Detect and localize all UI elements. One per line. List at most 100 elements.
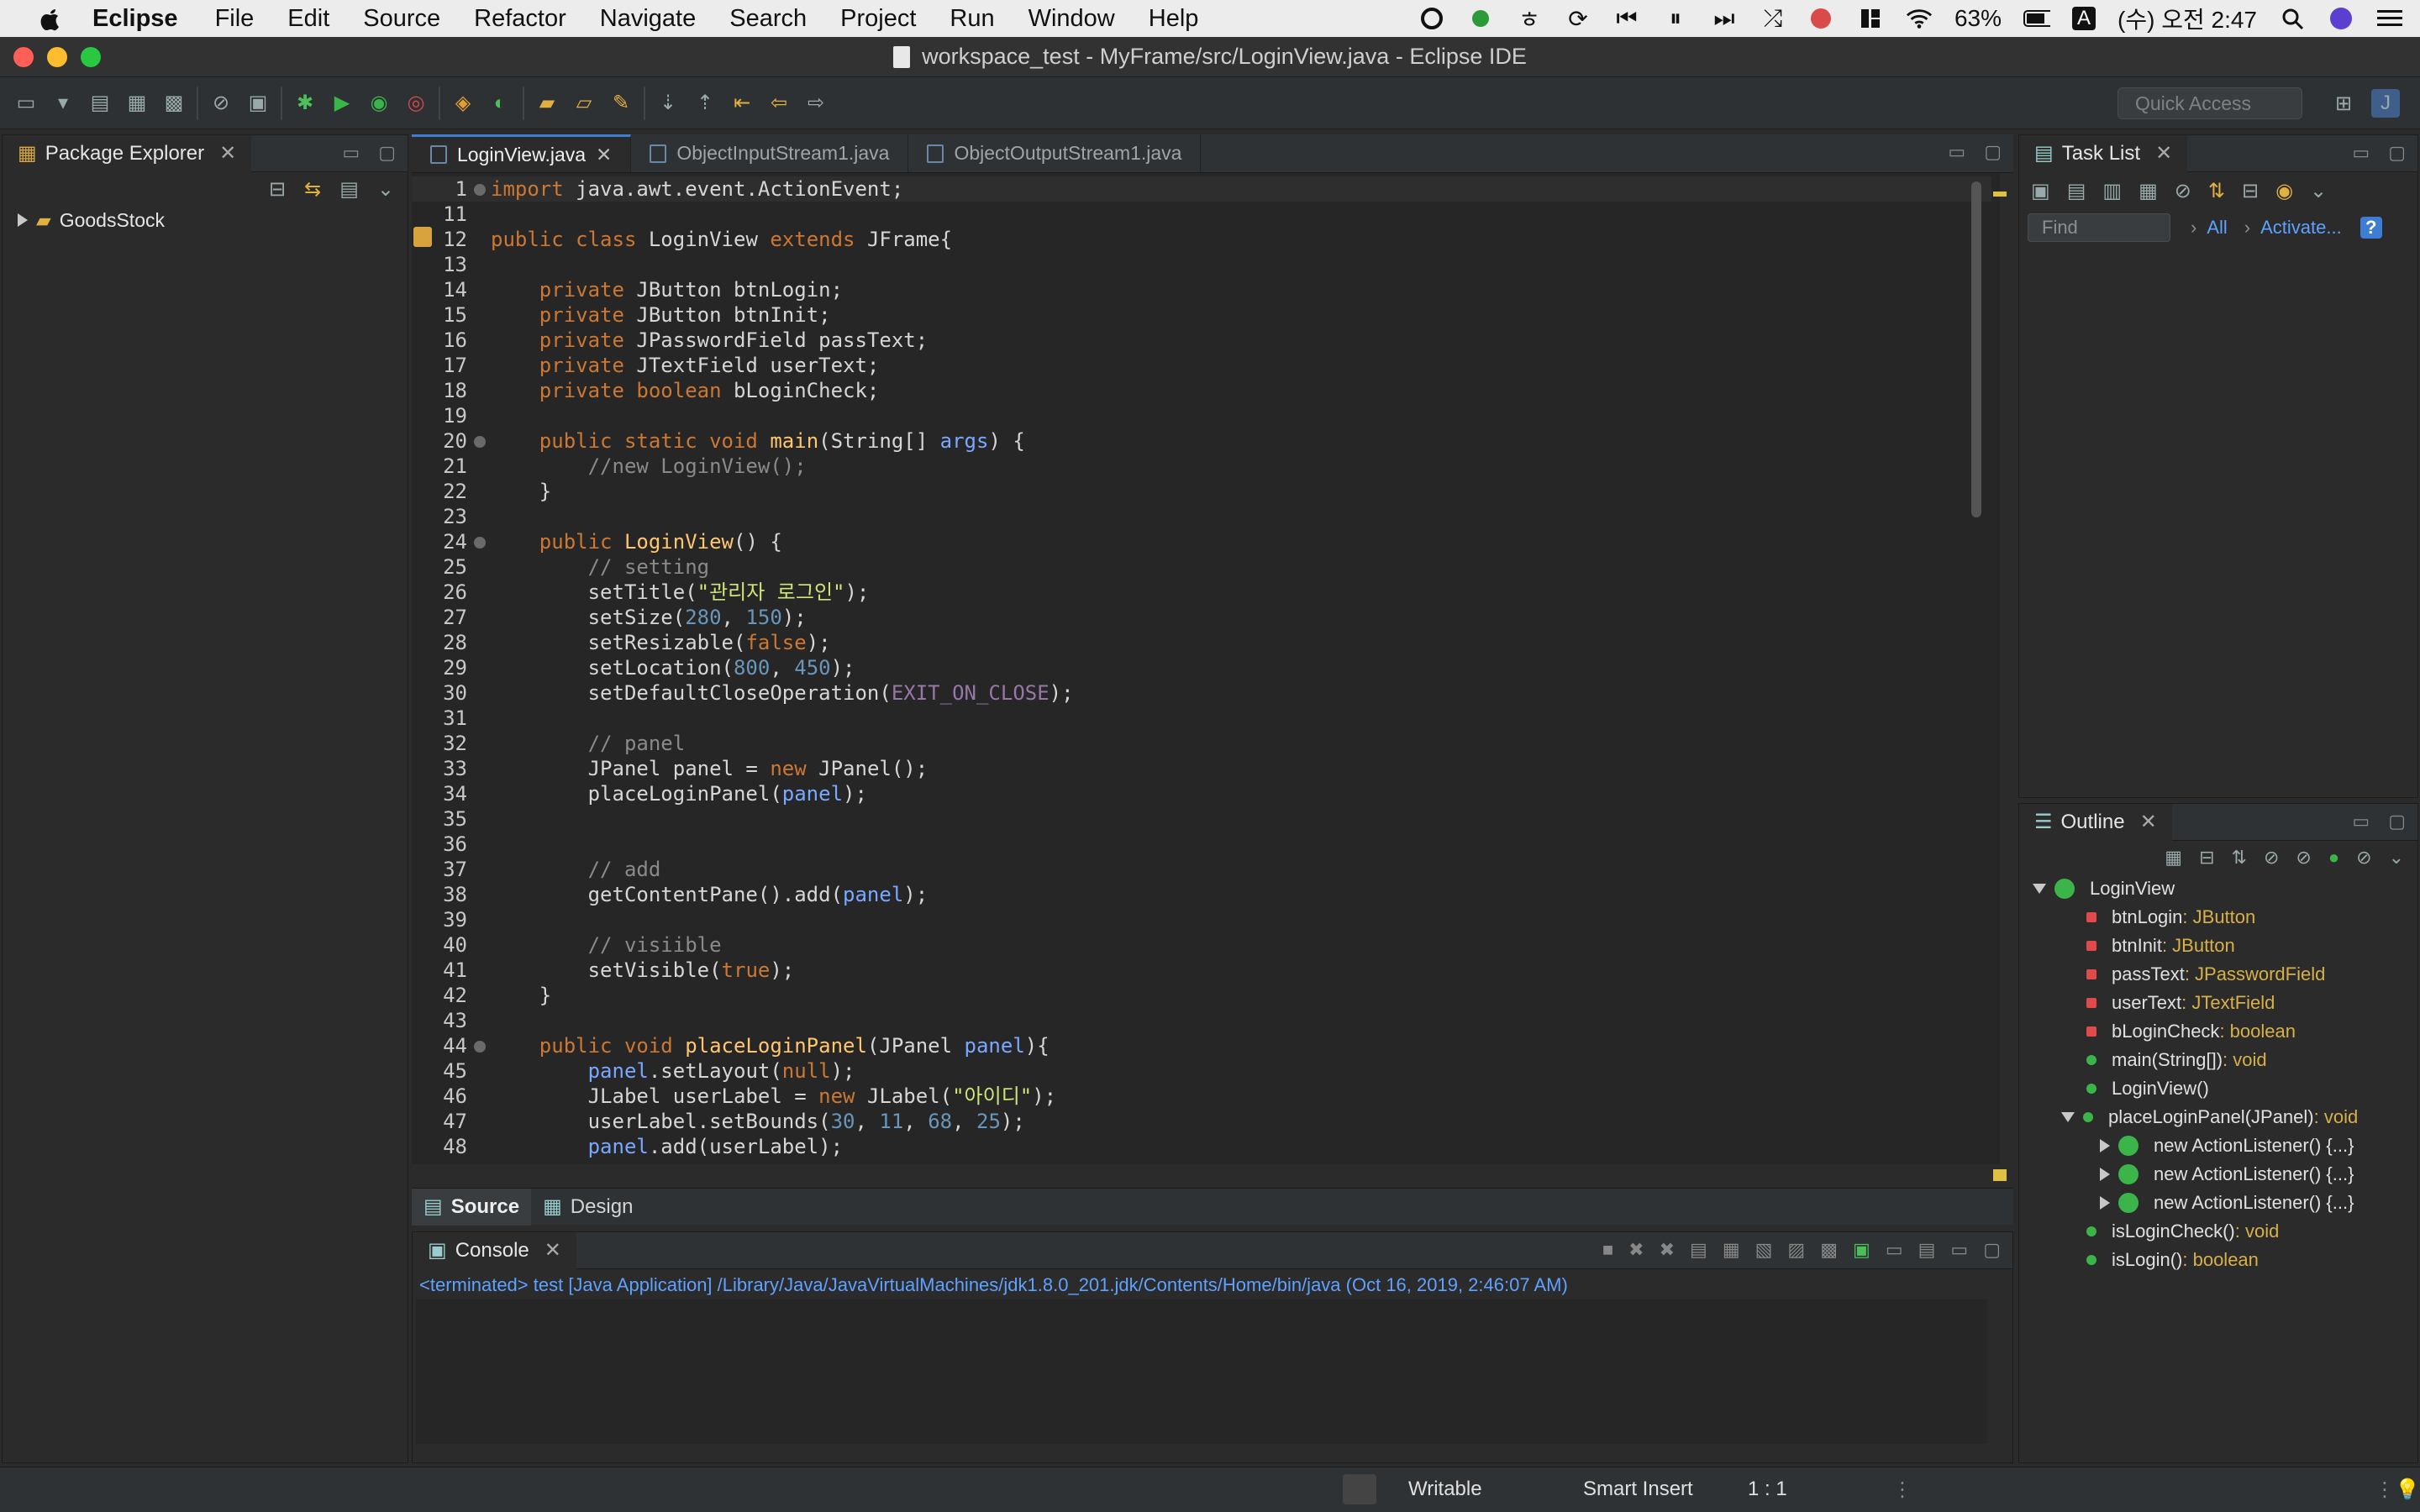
quick-access-input[interactable]: Quick Access — [2118, 87, 2302, 119]
outline-item[interactable]: passText : JPasswordField — [2086, 960, 2325, 989]
chevron-down-icon[interactable]: ⌄ — [2389, 847, 2404, 869]
outline-item[interactable]: new ActionListener() {...} — [2100, 1131, 2354, 1160]
code-line[interactable]: 35 — [412, 806, 1991, 832]
open-task-icon[interactable]: ▱ — [570, 89, 598, 118]
code-line[interactable]: 31 — [412, 706, 1991, 731]
debug-icon[interactable]: ✱ — [291, 89, 319, 118]
menu-search[interactable]: Search — [729, 5, 807, 33]
code-line[interactable]: 33 JPanel panel = new JPanel(); — [412, 756, 1991, 781]
expand-arrow-icon[interactable] — [2100, 1139, 2110, 1152]
overview-ruler-marker[interactable] — [1993, 1169, 2007, 1181]
new-task-icon[interactable]: ▣ — [2031, 179, 2050, 203]
pin-console-icon[interactable]: ▣ — [1853, 1239, 1870, 1261]
collapse-arrow-icon[interactable] — [2033, 884, 2046, 894]
expand-arrow-icon[interactable] — [2100, 1168, 2110, 1181]
sort-icon[interactable]: ⇅ — [2232, 847, 2247, 869]
code-line[interactable]: 12 public class LoginView extends JFrame{ — [412, 227, 1991, 252]
menu-project[interactable]: Project — [840, 5, 916, 33]
scheduled-icon[interactable]: ▥ — [2102, 179, 2122, 203]
menu-run[interactable]: Run — [950, 5, 994, 33]
repeat-icon[interactable]: ⟳ — [1565, 6, 1591, 32]
run-icon[interactable]: ▶ — [328, 89, 356, 118]
pause-icon[interactable]: ⏸ — [1662, 5, 1689, 31]
maximize-view-icon[interactable]: ▢ — [378, 142, 396, 164]
collapse-arrow-icon[interactable] — [2061, 1112, 2075, 1122]
menubar-clock[interactable]: (수) 오전 2:47 — [2118, 2, 2257, 35]
open-perspective-icon[interactable]: ⊞ — [2329, 89, 2358, 118]
code-line[interactable]: 23 — [412, 504, 1991, 529]
outline-item[interactable]: isLoginCheck() : void — [2086, 1217, 2279, 1246]
fold-toggle-icon[interactable] — [474, 436, 486, 448]
chevron-down-icon[interactable]: ⌄ — [377, 177, 394, 202]
save-icon[interactable]: ▦ — [123, 89, 151, 118]
open-folder-icon[interactable]: ▰ — [533, 89, 561, 118]
fold-toggle-icon[interactable] — [474, 1041, 486, 1053]
minimize-view-icon[interactable]: ▭ — [342, 142, 360, 164]
progress-icon[interactable] — [1343, 1474, 1376, 1504]
next-annotation-icon[interactable]: ⇣ — [654, 89, 682, 118]
close-tab-icon[interactable]: ✕ — [544, 1238, 561, 1263]
code-line[interactable]: 30 setDefaultCloseOperation(EXIT_ON_CLOS… — [412, 680, 1991, 706]
menu-edit[interactable]: Edit — [287, 5, 329, 33]
notification-icon[interactable] — [1808, 6, 1835, 31]
new-file-icon[interactable]: ▭ — [12, 89, 40, 118]
show-ui-legend-icon[interactable]: ▦ — [2139, 179, 2158, 203]
expand-arrow-icon[interactable] — [18, 213, 28, 227]
minimize-view-icon[interactable]: ▭ — [2352, 811, 2370, 832]
remove-launch-icon[interactable]: ✖ — [1628, 1239, 1644, 1261]
hide-fields-icon[interactable]: ⊘ — [2264, 847, 2279, 869]
outline-item[interactable]: new ActionListener() {...} — [2100, 1189, 2354, 1217]
focus-icon[interactable]: ◉ — [2275, 179, 2293, 203]
apple-icon[interactable] — [34, 6, 67, 31]
code-line[interactable]: 45 panel.setLayout(null); — [412, 1058, 1991, 1084]
outline-item[interactable]: main(String[]) : void — [2086, 1046, 2267, 1074]
package-explorer-tab[interactable]: ▦ Package Explorer ✕ — [3, 134, 252, 172]
minimize-view-icon[interactable]: ▭ — [1948, 141, 1965, 163]
new-class-icon[interactable]: ◐ — [486, 89, 514, 118]
back-icon[interactable]: ⇦ — [765, 89, 793, 118]
code-line[interactable]: 38 getContentPane().add(panel); — [412, 882, 1991, 907]
open-console-icon[interactable]: ▤ — [1918, 1239, 1936, 1261]
editor-scrollbar[interactable] — [1971, 181, 1981, 517]
app-name[interactable]: Eclipse — [92, 5, 178, 33]
code-line[interactable]: 21 //new LoginView(); — [412, 454, 1991, 479]
menu-file[interactable]: File — [215, 5, 255, 33]
outline-item[interactable]: btnLogin : JButton — [2086, 903, 2255, 932]
outline-item[interactable]: LoginView() — [2086, 1074, 2209, 1103]
open-console-icon[interactable]: ▣ — [244, 89, 272, 118]
code-line[interactable]: 34 placeLoginPanel(panel); — [412, 781, 1991, 806]
console-tab[interactable]: ▣ Console ✕ — [413, 1231, 576, 1269]
remove-all-terminated-icon[interactable]: ✖ — [1660, 1239, 1675, 1261]
code-line[interactable]: 20 public static void main(String[] args… — [412, 428, 1991, 454]
outline-item[interactable]: btnInit : JButton — [2086, 932, 2235, 960]
task-list-tab[interactable]: ▤ Task List ✕ — [2019, 134, 2188, 172]
layout-icon[interactable] — [1857, 6, 1884, 31]
collapse-all-icon[interactable]: ⊟ — [2199, 847, 2214, 869]
outline-item[interactable]: userText : JTextField — [2086, 989, 2275, 1017]
outline-item[interactable]: placeLoginPanel(JPanel) : void — [2061, 1103, 2358, 1131]
hide-local-types-icon[interactable]: ⊘ — [2356, 847, 2371, 869]
view-menu-icon[interactable]: ▤ — [339, 177, 359, 202]
minimize-view-icon[interactable]: ▭ — [2352, 142, 2370, 164]
close-tab-icon[interactable]: ✕ — [219, 141, 236, 165]
code-line[interactable]: 43 — [412, 1008, 1991, 1033]
activate-link[interactable]: Activate... — [2260, 217, 2342, 239]
hide-static-icon[interactable]: ⊘ — [2296, 847, 2311, 869]
code-line[interactable]: 27 setSize(280, 150); — [412, 605, 1991, 630]
input-method-icon[interactable]: ㅎ — [1516, 6, 1543, 33]
previous-annotation-icon[interactable]: ⇡ — [691, 89, 719, 118]
save-all-icon[interactable]: ▩ — [160, 89, 188, 118]
categorized-icon[interactable]: ▤ — [2067, 179, 2086, 203]
battery-icon[interactable] — [2023, 6, 2050, 31]
tab-loginview[interactable]: LoginView.java ✕ — [412, 134, 632, 172]
code-line[interactable]: 44 public void placeLoginPanel(JPanel pa… — [412, 1033, 1991, 1058]
hide-non-public-icon[interactable]: ● — [2328, 847, 2339, 869]
next-track-icon[interactable]: ⏭ — [1711, 5, 1738, 31]
tree-item-project[interactable]: ▰ GoodsStock — [3, 206, 408, 234]
code-line[interactable]: 15 private JButton btnInit; — [412, 302, 1991, 328]
maximize-view-icon[interactable]: ▢ — [2388, 811, 2406, 832]
notification-center-icon[interactable] — [2376, 6, 2403, 31]
coverage-icon[interactable]: ◉ — [365, 89, 393, 118]
collapse-all-icon[interactable]: ⊟ — [269, 177, 286, 202]
previous-track-icon[interactable]: ⏮ — [1613, 5, 1640, 31]
